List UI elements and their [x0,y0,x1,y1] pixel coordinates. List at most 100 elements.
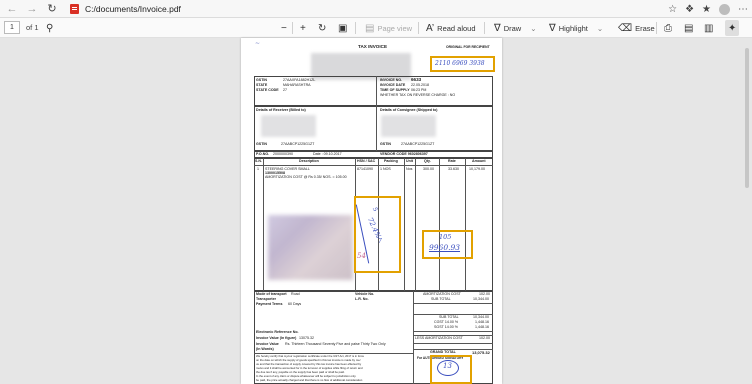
invoice-title: TAX INVOICE [358,44,388,49]
invoice-value-fig: 13075.32 [299,336,314,340]
pdf-page: TAX INVOICE ORIGINAL FOR RECIPIENT ~ 211… [241,38,502,384]
state-code-value: 27 [283,88,287,92]
rotate-icon[interactable]: ↻ [318,20,326,36]
handwritten-note-1: 105 [439,233,452,241]
erase-button[interactable]: ⌫ Erase [618,20,655,36]
less-amortization-label: LESS AMORTIZATION COST [415,336,463,340]
redacted-stamp [268,215,353,280]
scrollbar-thumb[interactable] [745,48,749,188]
state-code-label: STATE CODE [256,88,279,92]
browser-actions: ☆ ❖ ★ ⋯ [668,0,748,18]
erase-label: Erase [635,23,655,33]
consignee-gstin: 27AABCP1225G1ZT [401,142,435,146]
document-viewport[interactable]: TAX INVOICE ORIGINAL FOR RECIPIENT ~ 211… [0,38,752,384]
browser-address-bar: ← → ↻ C:/documents/Invoice.pdf ☆ ❖ ★ ⋯ [0,0,752,18]
read-aloud-icon: A’ [426,22,435,34]
po-label: P.O.NO. [256,152,270,156]
draw-button[interactable]: ∇ Draw ⌄ [494,20,537,36]
col-sn: S.N. [255,159,262,163]
handwritten-mid-4: 54 [357,252,366,260]
item-rate: 33.630 [448,167,459,171]
draw-icon: ∇ [494,22,501,34]
payment-terms-value: 60 Days [288,302,302,306]
zoom-out-button[interactable]: − [281,20,287,36]
page-number-input[interactable]: 1 [4,21,20,34]
redacted-consignee [381,115,436,137]
draw-chevron-down-icon[interactable]: ⌄ [530,24,536,33]
item-qty: 300.00 [423,167,434,171]
col-amount: Amount [472,159,486,163]
favorites-bar-icon[interactable]: ★ [702,4,711,15]
save-as-icon[interactable]: ▥ [704,20,713,36]
handwritten-mark: ~ [255,40,261,47]
col-qty: Qty. [424,159,431,163]
sgst-value: 1,448.16 [475,325,489,329]
vendor-code: VENDOR CODE 9602806397 [380,152,428,156]
col-rate: Rate [448,159,456,163]
highlight-box-top [430,56,495,72]
invoice-value-words: Rs. Thirteen Thousand Seventy Five and p… [285,342,386,346]
highlight-label: Highlight [558,23,588,33]
page-view-icon: ▤ [365,22,375,34]
col-unit: Unit [406,159,413,163]
favorite-icon[interactable]: ☆ [668,4,677,15]
pdf-file-icon [70,4,79,14]
state-value: MAHARASHTRA [283,83,311,87]
subtotal-value-1: 10,344.00 [473,297,489,301]
item-unit: Nos [406,167,413,171]
highlight-icon: ∇ [549,22,556,34]
item-packing: 1 NOS [380,167,391,171]
read-aloud-button[interactable]: A’ Read aloud [426,20,476,36]
highlight-chevron-down-icon[interactable]: ⌄ [597,24,603,33]
highlight-button[interactable]: ∇ Highlight ⌄ [549,20,603,36]
item-amount: 10,179.00 [469,167,485,171]
read-aloud-label: Read aloud [437,23,476,33]
col-packing: Packing [384,159,398,163]
handwritten-mid-3: 7 [378,238,382,245]
profile-avatar[interactable] [719,3,730,15]
fine-print-7: be paid, the price actually charged and … [256,378,363,382]
page-count: of 1 [26,23,39,32]
fit-page-icon[interactable]: ▣ [338,20,347,36]
receiver-gstin-label: GSTIN [256,142,267,146]
save-icon[interactable]: ▤ [684,20,693,36]
po-value: 2000000390 [273,152,293,156]
invoice-no-value: 6633 [411,77,422,82]
invoice-value-words-label-2: (In Words) [256,347,274,351]
consignee-label: Details of Consignee (Shipped to) [380,108,438,112]
pin-toolbar-icon[interactable]: ✦ [725,20,740,36]
subtotal-label-1: SUB TOTAL [431,297,451,301]
more-menu-icon[interactable]: ⋯ [738,4,748,15]
col-hsn: HSN / SAC [357,159,376,163]
print-icon[interactable]: ⎙ [664,20,672,36]
refresh-icon[interactable]: ↻ [42,0,62,18]
zoom-in-button[interactable]: + [300,20,306,36]
redacted-receiver [261,115,316,137]
original-recipient-label: ORIGINAL FOR RECIPIENT [446,45,490,49]
vertical-scrollbar[interactable] [744,38,750,384]
lr-no-label: L.R. No. [355,297,369,301]
item-sn: 1 [257,167,259,171]
invoice-value-fig-label: Invoice Value (In figure) [256,336,297,340]
page-view-label: Page view [377,23,413,33]
grand-total-value: 13,075.32 [472,350,490,355]
back-icon[interactable]: ← [2,0,22,18]
col-description: Description [299,159,319,163]
po-date: Date : 09.10.2017 [313,152,342,156]
collections-icon[interactable]: ❖ [685,4,694,15]
sgst-label: SGST 14.00 % [434,325,458,329]
consignee-gstin-label: GSTIN [380,142,391,146]
search-icon[interactable]: ⚲ [46,20,53,36]
page-view-button[interactable]: ▤ Page view [365,20,412,36]
receiver-gstin: 27AABCP1225G1ZT [281,142,315,146]
pdf-toolbar: 1 of 1 ⚲ − + ↻ ▣ ▤ Page view A’ Read aloud… [0,18,752,38]
forward-icon[interactable]: → [22,0,42,18]
item-desc-3: AMORTIZATION COST @ Rs 0.35/ NOS. = 105.… [265,175,347,179]
reverse-charge: WHETHER TAX ON REVERSE CHARGE : NO [380,93,456,97]
handwritten-bottom: 13 [443,362,452,370]
mode-transport-value: Road [291,292,300,296]
receiver-label: Details of Receiver (Billed to) [256,108,306,112]
eraser-icon: ⌫ [618,22,633,34]
url-field[interactable]: C:/documents/Invoice.pdf [70,2,181,16]
url-text: C:/documents/Invoice.pdf [85,4,181,14]
